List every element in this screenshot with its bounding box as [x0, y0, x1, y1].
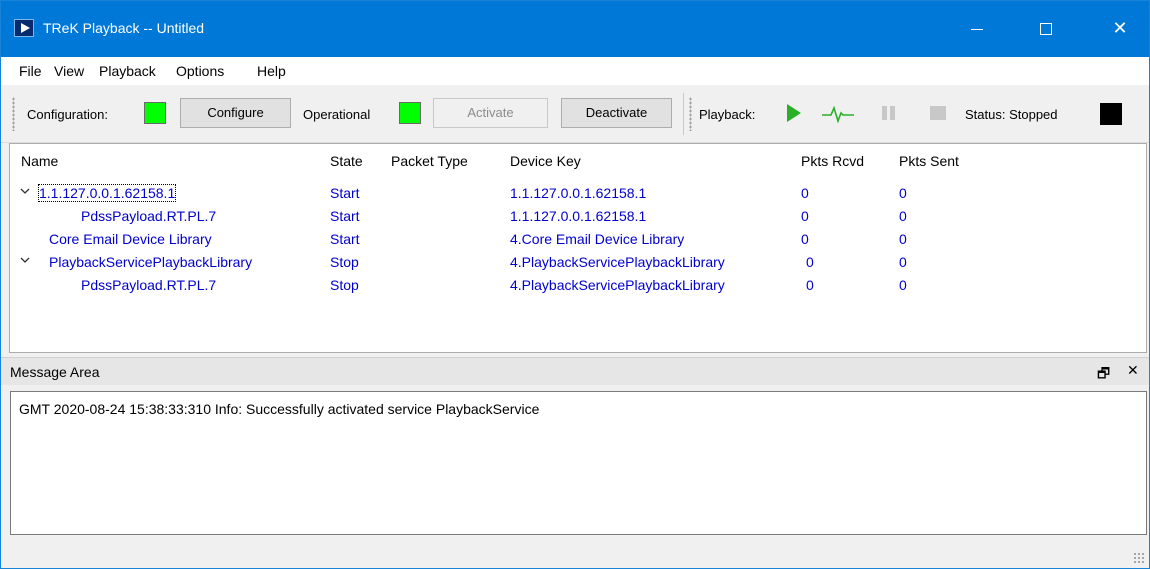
row-state: Start: [330, 185, 360, 201]
menu-playback[interactable]: Playback: [99, 63, 156, 79]
tree-row[interactable]: PdssPayload.RT.PL.7 Stop 4.PlaybackServi…: [10, 275, 1146, 295]
row-state: Stop: [330, 254, 359, 270]
device-tree[interactable]: Name State Packet Type Device Key Pkts R…: [9, 143, 1147, 353]
pause-icon[interactable]: [877, 101, 901, 125]
menu-file[interactable]: File: [19, 63, 42, 79]
activate-button[interactable]: Activate: [433, 98, 548, 128]
row-pkts-sent: 0: [899, 208, 907, 224]
app-logo-icon: [14, 19, 34, 37]
toolbar: Configuration: Configure Operational Act…: [1, 85, 1149, 143]
column-header-packet-type[interactable]: Packet Type: [391, 153, 468, 169]
minimize-button[interactable]: [954, 13, 1000, 45]
app-window: TReK Playback -- Untitled ✕ File View Pl…: [0, 0, 1150, 569]
row-device-key: 4.PlaybackServicePlaybackLibrary: [510, 277, 725, 293]
row-pkts-sent: 0: [899, 231, 907, 247]
column-header-name[interactable]: Name: [21, 153, 58, 169]
close-icon: ✕: [1112, 18, 1128, 39]
row-device-key: 4.PlaybackServicePlaybackLibrary: [510, 254, 725, 270]
tree-row[interactable]: Core Email Device Library Start 4.Core E…: [10, 229, 1146, 249]
row-device-key: 4.Core Email Device Library: [510, 231, 685, 247]
message-log[interactable]: GMT 2020-08-24 15:38:33:310 Info: Succes…: [10, 391, 1147, 535]
tree-row[interactable]: PlaybackServicePlaybackLibrary Stop 4.Pl…: [10, 252, 1146, 272]
configuration-label: Configuration:: [27, 107, 108, 122]
maximize-button[interactable]: [1023, 13, 1069, 45]
column-header-pkts-rcvd[interactable]: Pkts Rcvd: [801, 153, 864, 169]
operational-label: Operational: [303, 107, 371, 122]
tree-row[interactable]: 1.1.127.0.0.1.62158.1 Start 1.1.127.0.0.…: [10, 183, 1146, 203]
minimize-icon: [971, 28, 983, 30]
row-name: 1.1.127.0.0.1.62158.1: [37, 184, 177, 202]
row-state: Start: [330, 208, 360, 224]
chevron-down-icon[interactable]: [20, 186, 30, 196]
status-label: Status: Stopped: [965, 107, 1058, 122]
row-pkts-rcvd: 0: [801, 185, 809, 201]
column-header-device-key[interactable]: Device Key: [510, 153, 581, 169]
row-pkts-rcvd: 0: [806, 254, 814, 270]
row-state: Stop: [330, 277, 359, 293]
close-panel-icon[interactable]: ✕: [1127, 363, 1139, 379]
close-button[interactable]: ✕: [1097, 13, 1143, 45]
toolbar-grip[interactable]: [12, 97, 15, 131]
row-name: PdssPayload.RT.PL.7: [81, 208, 217, 224]
toolbar-grip-2[interactable]: [689, 97, 692, 131]
stop-icon[interactable]: [926, 101, 950, 125]
row-pkts-rcvd: 0: [801, 231, 809, 247]
resize-grip[interactable]: [1133, 552, 1145, 564]
row-pkts-rcvd: 0: [801, 208, 809, 224]
signal-icon[interactable]: [821, 101, 855, 125]
row-device-key: 1.1.127.0.0.1.62158.1: [510, 208, 647, 224]
message-area-title: Message Area: [10, 364, 100, 380]
column-header-state[interactable]: State: [330, 153, 363, 169]
title-bar[interactable]: TReK Playback -- Untitled ✕: [1, 1, 1149, 57]
deactivate-button[interactable]: Deactivate: [561, 98, 672, 128]
window-title: TReK Playback -- Untitled: [43, 20, 205, 36]
toolbar-separator: [683, 93, 684, 135]
status-indicator: [1100, 103, 1122, 125]
float-panel-icon[interactable]: 🗗: [1097, 363, 1110, 387]
message-area-header: Message Area 🗗 ✕: [1, 357, 1149, 387]
message-line: GMT 2020-08-24 15:38:33:310 Info: Succes…: [19, 401, 540, 417]
menu-view[interactable]: View: [54, 63, 84, 79]
tree-row[interactable]: PdssPayload.RT.PL.7 Start 1.1.127.0.0.1.…: [10, 206, 1146, 226]
operational-indicator: [399, 102, 421, 124]
row-pkts-sent: 0: [899, 185, 907, 201]
row-device-key: 1.1.127.0.0.1.62158.1: [510, 185, 647, 201]
configuration-indicator: [144, 102, 166, 124]
play-icon[interactable]: [781, 101, 805, 125]
maximize-icon: [1040, 23, 1052, 35]
row-name: PdssPayload.RT.PL.7: [81, 277, 217, 293]
configure-button[interactable]: Configure: [180, 98, 291, 128]
row-name: Core Email Device Library: [49, 231, 212, 247]
menu-bar: File View Playback Options Help: [1, 57, 1149, 85]
row-pkts-sent: 0: [899, 277, 907, 293]
chevron-down-icon[interactable]: [20, 255, 30, 265]
row-state: Start: [330, 231, 360, 247]
playback-label: Playback:: [699, 107, 756, 122]
menu-help[interactable]: Help: [257, 63, 286, 79]
row-pkts-rcvd: 0: [806, 277, 814, 293]
menu-options[interactable]: Options: [176, 63, 224, 79]
column-header-pkts-sent[interactable]: Pkts Sent: [899, 153, 959, 169]
row-pkts-sent: 0: [899, 254, 907, 270]
row-name: PlaybackServicePlaybackLibrary: [49, 254, 253, 270]
